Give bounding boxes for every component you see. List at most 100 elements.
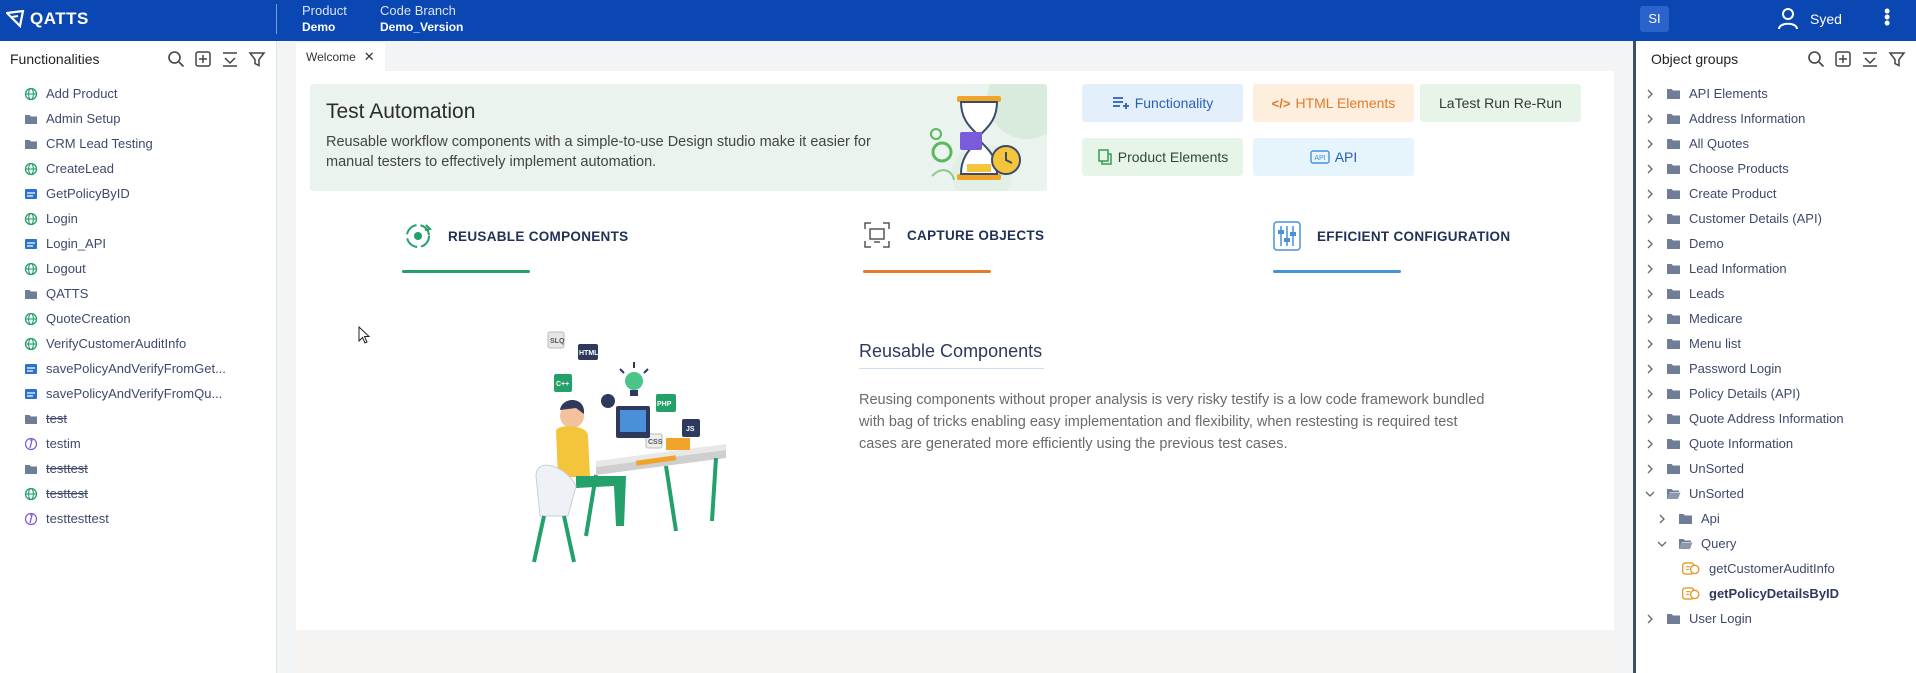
object-group-item[interactable]: Medicare (1636, 306, 1916, 331)
close-icon[interactable]: ✕ (364, 49, 375, 65)
functionality-item[interactable]: Login (0, 206, 276, 231)
object-group-item[interactable]: Quote Information (1636, 431, 1916, 456)
object-group-item[interactable]: Quote Address Information (1636, 406, 1916, 431)
chevron-right-icon[interactable] (1645, 214, 1655, 224)
functionality-item[interactable]: testtest (0, 481, 276, 506)
object-group-item[interactable]: Api (1636, 506, 1916, 531)
api-icon: API (1310, 150, 1330, 164)
object-group-item[interactable]: UnSorted (1636, 481, 1916, 506)
functionality-item[interactable]: QuoteCreation (0, 306, 276, 331)
object-group-label: Password Login (1689, 361, 1782, 376)
product-selector[interactable]: Product Demo (302, 3, 347, 35)
app-logo[interactable]: QATTS (6, 9, 89, 29)
initials-badge[interactable]: SI (1640, 6, 1669, 32)
chevron-right-icon[interactable] (1645, 314, 1655, 324)
tab-welcome[interactable]: Welcome ✕ (296, 43, 385, 71)
object-group-item[interactable]: Query (1636, 531, 1916, 556)
functionality-item[interactable]: Logout (0, 256, 276, 281)
feature-reusable[interactable]: REUSABLE COMPONENTS (404, 221, 628, 251)
chevron-right-icon[interactable] (1645, 114, 1655, 124)
object-group-label: Policy Details (API) (1689, 386, 1801, 401)
functionality-item[interactable]: testtest (0, 456, 276, 481)
latest-run-button[interactable]: LaTest Run Re-Run (1420, 84, 1581, 122)
add-icon[interactable] (1834, 50, 1852, 68)
functionality-item[interactable]: GetPolicyByID (0, 181, 276, 206)
intro-banner: Test Automation Reusable workflow compon… (310, 84, 1047, 191)
svg-text:API: API (1314, 155, 1325, 162)
filter-icon[interactable] (248, 50, 266, 68)
filter-icon[interactable] (1888, 50, 1906, 68)
object-group-item[interactable]: Address Information (1636, 106, 1916, 131)
functionality-button[interactable]: Functionality (1082, 84, 1243, 122)
object-group-item[interactable]: Policy Details (API) (1636, 381, 1916, 406)
chevron-right-icon[interactable] (1645, 164, 1655, 174)
chevron-down-icon[interactable] (1657, 539, 1667, 549)
object-group-item[interactable]: User Login (1636, 606, 1916, 631)
folder-icon (1667, 614, 1680, 624)
object-groups-title: Object groups (1651, 51, 1739, 67)
html-elements-label: HTML Elements (1295, 95, 1396, 111)
collapse-all-icon[interactable] (1861, 50, 1879, 68)
hourglass-icon (930, 96, 1021, 181)
user-menu[interactable]: Syed (1778, 8, 1842, 30)
branch-selector[interactable]: Code Branch Demo_Version (380, 3, 463, 35)
functionality-item[interactable]: CRM Lead Testing (0, 131, 276, 156)
top-bar: QATTS Product Demo Code Branch Demo_Vers… (0, 0, 1916, 41)
functionality-item[interactable]: VerifyCustomerAuditInfo (0, 331, 276, 356)
chevron-right-icon[interactable] (1645, 189, 1655, 199)
search-icon[interactable] (167, 50, 185, 68)
object-group-item[interactable]: Choose Products (1636, 156, 1916, 181)
object-group-item[interactable]: Menu list (1636, 331, 1916, 356)
object-group-item[interactable]: UnSorted (1636, 456, 1916, 481)
chevron-right-icon[interactable] (1645, 264, 1655, 274)
functionality-item[interactable]: CreateLead (0, 156, 276, 181)
chevron-right-icon[interactable] (1645, 139, 1655, 149)
functionality-item[interactable]: testtesttest (0, 506, 276, 531)
collapse-all-icon[interactable] (221, 50, 239, 68)
feature-capture[interactable]: CAPTURE OBJECTS (863, 221, 1044, 249)
object-item[interactable]: getPolicyDetailsByID (1636, 581, 1916, 606)
chevron-right-icon[interactable] (1645, 239, 1655, 249)
functionality-item[interactable]: test (0, 406, 276, 431)
functionality-item[interactable]: savePolicyAndVerifyFromGet... (0, 356, 276, 381)
chevron-right-icon[interactable] (1645, 414, 1655, 424)
chevron-right-icon[interactable] (1645, 89, 1655, 99)
folder-icon (25, 289, 37, 299)
object-group-item[interactable]: Create Product (1636, 181, 1916, 206)
chevron-right-icon[interactable] (1645, 614, 1655, 624)
functionality-item[interactable]: savePolicyAndVerifyFromQu... (0, 381, 276, 406)
functionality-label: Admin Setup (46, 111, 121, 126)
feature-configuration[interactable]: EFFICIENT CONFIGURATION (1273, 221, 1510, 251)
folder-icon (1667, 414, 1680, 424)
add-icon[interactable] (194, 50, 212, 68)
chevron-right-icon[interactable] (1645, 439, 1655, 449)
object-group-item[interactable]: Demo (1636, 231, 1916, 256)
object-group-item[interactable]: Leads (1636, 281, 1916, 306)
chevron-right-icon[interactable] (1657, 514, 1667, 524)
object-item[interactable]: getCustomerAuditInfo (1636, 556, 1916, 581)
functionality-item[interactable]: QATTS (0, 281, 276, 306)
api-button[interactable]: API API (1253, 138, 1414, 176)
object-group-item[interactable]: Password Login (1636, 356, 1916, 381)
html-elements-button[interactable]: </> HTML Elements (1253, 84, 1414, 122)
chevron-right-icon[interactable] (1645, 364, 1655, 374)
product-elements-button[interactable]: Product Elements (1082, 138, 1243, 176)
functionality-item[interactable]: Login_API (0, 231, 276, 256)
functionality-item[interactable]: Admin Setup (0, 106, 276, 131)
functionality-item[interactable]: Add Product (0, 81, 276, 106)
object-group-item[interactable]: All Quotes (1636, 131, 1916, 156)
search-icon[interactable] (1807, 50, 1825, 68)
more-vertical-icon[interactable]: • • • (1884, 2, 1890, 32)
chevron-right-icon[interactable] (1645, 339, 1655, 349)
chevron-right-icon[interactable] (1645, 389, 1655, 399)
folder-icon (1667, 114, 1680, 124)
object-group-item[interactable]: API Elements (1636, 81, 1916, 106)
chevron-right-icon[interactable] (1645, 464, 1655, 474)
functionality-item[interactable]: testim (0, 431, 276, 456)
chevron-right-icon[interactable] (1645, 289, 1655, 299)
developer-illustration: SLQ HTML C++ PHP CSS JS (532, 331, 726, 563)
folder-icon (1679, 514, 1692, 524)
chevron-down-icon[interactable] (1645, 489, 1655, 499)
object-group-item[interactable]: Customer Details (API) (1636, 206, 1916, 231)
object-group-item[interactable]: Lead Information (1636, 256, 1916, 281)
